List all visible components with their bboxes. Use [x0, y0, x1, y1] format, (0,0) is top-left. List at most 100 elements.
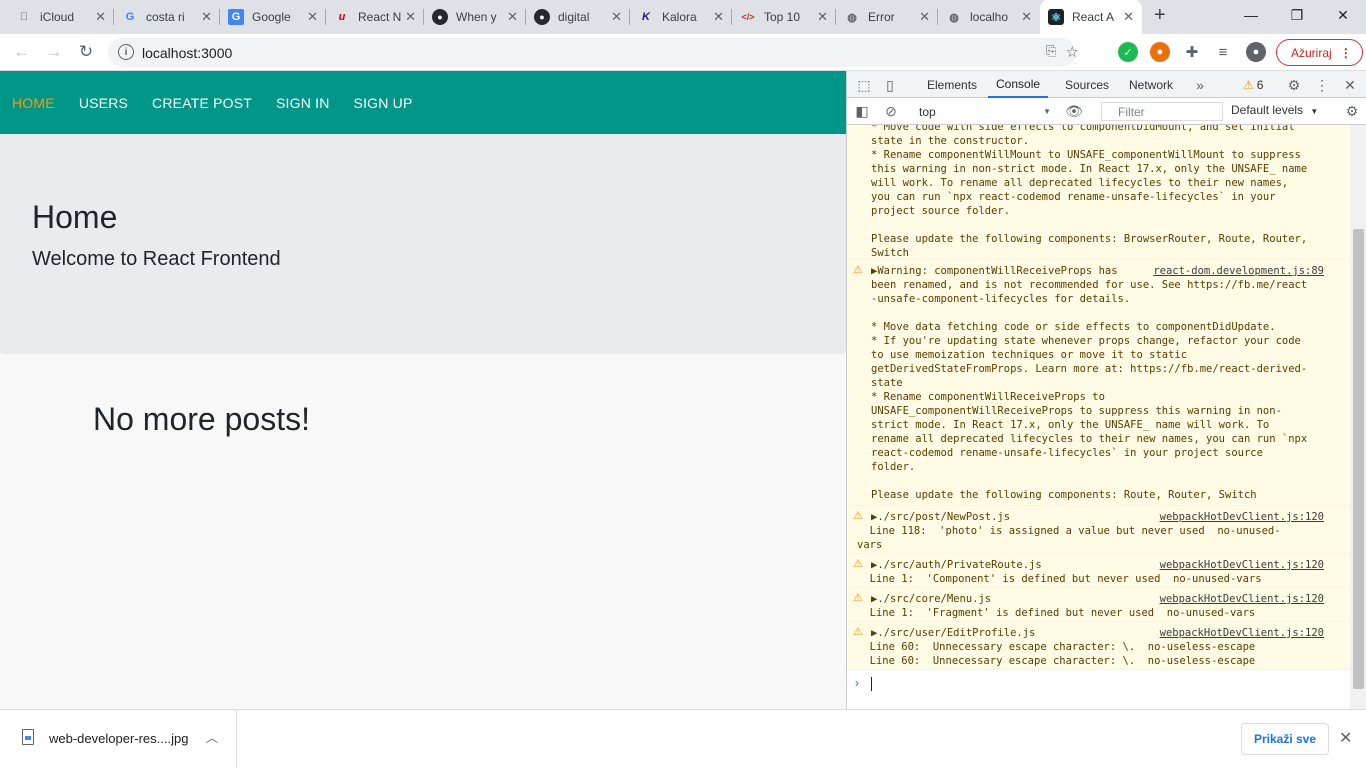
close-icon[interactable]: ✕ — [507, 9, 518, 25]
kaloraat-icon: K — [642, 11, 650, 23]
device-toolbar-icon[interactable]: ▯ — [881, 76, 899, 94]
nav-users[interactable]: USERS — [79, 95, 128, 111]
restore-icon[interactable]: ❐ — [1274, 0, 1320, 30]
close-icon[interactable]: ✕ — [307, 9, 318, 25]
tab-title: digital — [558, 10, 590, 24]
download-filename[interactable]: web-developer-res....jpg — [49, 731, 188, 746]
more-options-icon[interactable]: ⋮ — [1313, 76, 1331, 94]
chevron-up-icon[interactable]: ︿ — [206, 729, 218, 746]
warning-icon: ⚠ — [853, 591, 863, 604]
browser-tab[interactable]: ◍ localho ✕ — [938, 0, 1040, 34]
apple-icon:  — [16, 9, 32, 25]
inspect-element-icon[interactable]: ⬚ — [855, 76, 873, 94]
tab-console[interactable]: Console — [988, 71, 1049, 98]
browser-tab[interactable]: ● digital ✕ — [526, 0, 630, 34]
new-tab-icon[interactable]: + — [1154, 4, 1166, 27]
source-link[interactable]: webpackHotDevClient.js:120 — [1160, 592, 1324, 606]
close-icon[interactable]: ✕ — [817, 9, 828, 25]
jumbotron: Home Welcome to React Frontend — [0, 134, 846, 354]
browser-tab[interactable]: u React N ✕ — [326, 0, 424, 34]
update-button[interactable]: Ažuriraj ⋮ — [1276, 39, 1363, 66]
sidebar-toggle-icon[interactable]: ◧ — [853, 102, 871, 120]
forward-icon[interactable]: → — [42, 40, 66, 64]
browser-tab[interactable]:  iCloud ✕ — [8, 0, 114, 34]
scrollbar-thumb[interactable] — [1353, 229, 1364, 689]
browser-tab[interactable]: K Kalora ✕ — [630, 0, 732, 34]
warning-icon: ⚠ — [853, 557, 863, 570]
download-item[interactable]: web-developer-res....jpg ︿ — [0, 710, 237, 768]
bookmark-star-icon[interactable]: ☆ — [1066, 43, 1079, 61]
profile-avatar-icon[interactable]: ● — [1246, 42, 1266, 62]
console-prompt[interactable]: › — [847, 674, 1350, 696]
nav-sign-up[interactable]: SIGN UP — [354, 95, 413, 111]
console-scrollbar[interactable] — [1350, 125, 1366, 709]
filter-input[interactable]: Filter — [1101, 102, 1223, 121]
console-warning[interactable]: ⚠ ▶./src/post/NewPost.js webpackHotDevCl… — [847, 506, 1350, 554]
close-icon[interactable]: ✕ — [201, 9, 212, 25]
close-devtools-icon[interactable]: ✕ — [1341, 76, 1359, 94]
context-selector[interactable]: top ▼ — [915, 103, 1053, 121]
settings-gear-icon[interactable]: ⚙ — [1285, 76, 1303, 94]
warning-icon: ⚠ — [853, 509, 863, 522]
extensions-puzzle-icon[interactable]: ✚ — [1180, 40, 1204, 64]
devtools-panel: ⬚ ▯ Elements Console Sources Network » ⚠… — [846, 71, 1366, 709]
log-levels-dropdown[interactable]: Default levels ▼ — [1231, 103, 1318, 117]
minimize-icon[interactable]: — — [1228, 0, 1274, 30]
translate-icon[interactable]: ⎘ — [1046, 43, 1056, 59]
message-header: ▶./src/user/EditProfile.js — [871, 627, 1036, 639]
close-icon[interactable]: ✕ — [919, 9, 930, 25]
more-tabs-icon[interactable]: » — [1191, 76, 1209, 94]
close-icon[interactable]: ✕ — [1123, 9, 1134, 25]
console-settings-icon[interactable]: ⚙ — [1343, 102, 1361, 120]
browser-tab[interactable]: ● When y ✕ — [424, 0, 526, 34]
console-warning[interactable]: ⚠ ▶./src/user/EditProfile.js webpackHotD… — [847, 622, 1350, 670]
source-link[interactable]: react-dom.development.js:89 — [1153, 264, 1324, 278]
console-warning[interactable]: ⚠ ▶./src/core/Menu.js webpackHotDevClien… — [847, 588, 1350, 622]
live-expression-eye-icon[interactable]: 👁 — [1065, 102, 1083, 120]
nav-home[interactable]: HOME — [12, 95, 55, 111]
warning-counter[interactable]: ⚠ 6 — [1243, 71, 1263, 98]
extension-icon[interactable]: ● — [1150, 42, 1170, 62]
tab-title: Kalora — [662, 10, 697, 24]
web-page: HOME USERS CREATE POST SIGN IN SIGN UP H… — [0, 71, 846, 709]
tab-sources[interactable]: Sources — [1057, 71, 1117, 98]
browser-tab[interactable]: G Google ✕ — [220, 0, 326, 34]
address-bar[interactable]: i localhost:3000 ⎘ ☆ — [108, 38, 1079, 67]
close-icon[interactable]: ✕ — [713, 9, 724, 25]
browser-tab[interactable]: </> Top 10 ✕ — [732, 0, 836, 34]
reload-icon[interactable]: ↻ — [74, 40, 98, 64]
source-link[interactable]: webpackHotDevClient.js:120 — [1160, 510, 1324, 524]
console-warning[interactable]: ⚠ ▶Warning: componentWillReceiveProps ha… — [847, 260, 1350, 506]
clear-console-icon[interactable]: ⊘ — [882, 102, 900, 120]
source-link[interactable]: webpackHotDevClient.js:120 — [1160, 558, 1324, 572]
close-icon[interactable]: ✕ — [1021, 9, 1032, 25]
browser-tab[interactable]: ◍ Error ✕ — [836, 0, 938, 34]
show-all-button[interactable]: Prikaži sve — [1241, 723, 1329, 755]
close-shelf-icon[interactable]: ✕ — [1339, 728, 1352, 748]
close-icon[interactable]: ✕ — [405, 9, 416, 25]
address-url[interactable]: localhost:3000 — [142, 45, 232, 61]
source-link[interactable]: webpackHotDevClient.js:120 — [1160, 626, 1324, 640]
warning-count: 6 — [1256, 77, 1264, 92]
extension-check-icon[interactable]: ✓ — [1118, 42, 1138, 62]
google-translate-icon: G — [228, 9, 244, 25]
site-navbar: HOME USERS CREATE POST SIGN IN SIGN UP — [0, 71, 846, 134]
nav-create-post[interactable]: CREATE POST — [152, 95, 252, 111]
site-info-icon[interactable]: i — [118, 44, 134, 60]
browser-tab[interactable]: G costa ri ✕ — [114, 0, 220, 34]
nav-sign-in[interactable]: SIGN IN — [276, 95, 330, 111]
warning-icon: ⚠ — [853, 263, 863, 276]
download-shelf: web-developer-res....jpg ︿ Prikaži sve ✕ — [0, 709, 1366, 768]
close-icon[interactable]: ✕ — [95, 9, 106, 25]
message-text: Line 1: 'Fragment' is defined but never … — [857, 607, 1256, 619]
window-close-icon[interactable]: ✕ — [1320, 0, 1366, 30]
back-icon[interactable]: ← — [10, 40, 34, 64]
close-icon[interactable]: ✕ — [611, 9, 622, 25]
tab-title: iCloud — [40, 10, 75, 24]
tab-elements[interactable]: Elements — [919, 71, 985, 98]
console-warning[interactable]: ⚠ ▶./src/auth/PrivateRoute.js webpackHot… — [847, 554, 1350, 588]
tab-network[interactable]: Network — [1121, 71, 1181, 98]
browser-tab-active[interactable]: ⚛ React A ✕ — [1040, 0, 1142, 34]
page-subtitle: Welcome to React Frontend — [32, 248, 281, 270]
media-queue-icon[interactable]: ≡ — [1211, 40, 1235, 64]
